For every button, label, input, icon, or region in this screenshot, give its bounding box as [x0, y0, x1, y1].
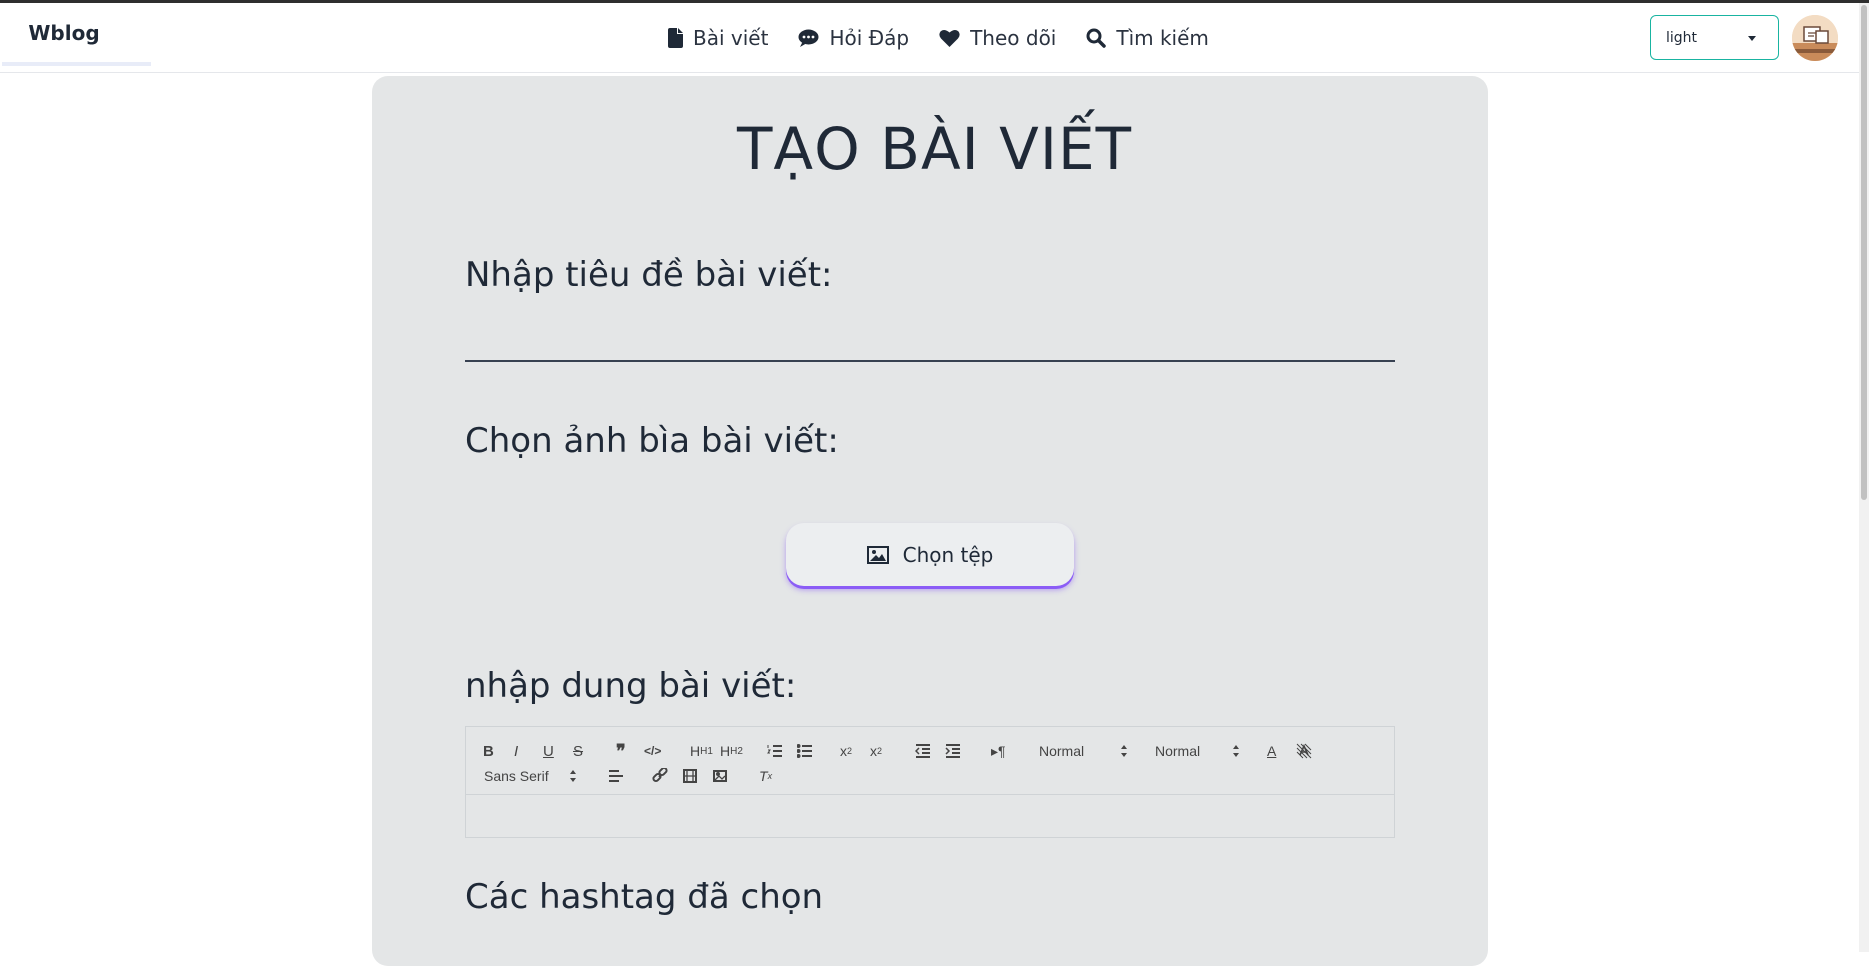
size-select[interactable]: Normal	[1155, 741, 1241, 761]
image-icon	[866, 545, 889, 564]
title-label: Nhập tiêu đề bài viết:	[465, 255, 833, 295]
file-icon	[668, 28, 683, 48]
bullet-list-icon[interactable]	[797, 741, 813, 761]
bold-icon[interactable]: B	[483, 741, 494, 761]
nav-qa-label: Hỏi Đáp	[829, 26, 910, 50]
align-icon[interactable]	[608, 766, 624, 786]
avatar[interactable]	[1792, 15, 1838, 61]
header-1-icon[interactable]: H H1	[690, 741, 713, 761]
cover-label: Chọn ảnh bìa bài viết:	[465, 421, 839, 461]
clear-format-icon[interactable]: Tx	[759, 766, 772, 786]
text-direction-icon[interactable]: ▸¶	[991, 741, 1006, 761]
nav-following-label: Theo dõi	[970, 26, 1057, 50]
page-title: TẠO BÀI VIẾT	[736, 115, 1133, 183]
editor-content-area[interactable]	[466, 795, 1394, 839]
select-arrows-icon	[570, 770, 578, 782]
nav-posts-label: Bài viết	[693, 26, 769, 50]
theme-select-value: light	[1666, 29, 1698, 46]
nav-qa[interactable]: Hỏi Đáp	[798, 26, 909, 50]
nav-search[interactable]: Tìm kiếm	[1086, 26, 1209, 50]
choose-file-label: Chọn tệp	[902, 542, 994, 567]
underline-icon[interactable]: U	[543, 741, 554, 761]
image-insert-icon[interactable]	[712, 766, 728, 786]
comment-dots-icon	[798, 29, 819, 47]
heart-icon	[939, 29, 960, 47]
italic-icon[interactable]: I	[514, 741, 518, 761]
navbar: Wblog Bài viết Hỏi Đáp Theo dõi Tìm kiếm…	[0, 3, 1859, 73]
scrollbar-thumb[interactable]	[1861, 5, 1867, 500]
rich-text-editor: B I U S ❞ </> H H1 H H2 x2 x2 ▸¶ Normal No…	[465, 726, 1395, 838]
main-nav: Bài viết Hỏi Đáp Theo dõi Tìm kiếm	[668, 3, 1209, 73]
superscript-icon[interactable]: x2	[870, 741, 882, 761]
hashtag-label: Các hashtag đã chọn	[465, 877, 824, 917]
link-icon[interactable]	[652, 766, 668, 786]
size-select-value: Normal	[1155, 743, 1201, 759]
header-select-value: Normal	[1039, 743, 1085, 759]
content-label: nhập dung bài viết:	[465, 666, 797, 706]
blockquote-icon[interactable]: ❞	[616, 741, 626, 761]
font-select[interactable]: Sans Serif	[484, 766, 578, 786]
brand-text: Wblog	[28, 20, 100, 45]
select-arrows-icon	[1121, 745, 1129, 757]
header-select[interactable]: Normal	[1039, 741, 1129, 761]
theme-select[interactable]: light	[1650, 15, 1779, 60]
code-block-icon[interactable]: </>	[644, 741, 661, 761]
indent-icon[interactable]	[945, 741, 961, 761]
background-color-icon[interactable]	[1296, 741, 1312, 761]
header-2-icon[interactable]: H H2	[720, 741, 743, 761]
search-icon	[1086, 28, 1107, 48]
strikethrough-icon[interactable]: S	[573, 741, 583, 761]
caret-down-icon	[1748, 36, 1756, 41]
brand-logo[interactable]: Wblog	[2, 3, 151, 66]
subscript-icon[interactable]: x2	[840, 741, 852, 761]
text-color-icon[interactable]: A	[1267, 741, 1276, 761]
nav-posts[interactable]: Bài viết	[668, 26, 768, 50]
header-2-label: H2	[730, 745, 743, 757]
video-icon[interactable]	[682, 766, 698, 786]
outdent-icon[interactable]	[915, 741, 931, 761]
avatar-image	[1792, 15, 1838, 61]
ordered-list-icon[interactable]	[767, 741, 783, 761]
editor-toolbar: B I U S ❞ </> H H1 H H2 x2 x2 ▸¶ Normal No…	[466, 727, 1394, 795]
title-input[interactable]	[465, 310, 1395, 362]
header-1-label: H1	[700, 745, 713, 757]
nav-search-label: Tìm kiếm	[1116, 26, 1209, 50]
choose-file-button[interactable]: Chọn tệp	[786, 523, 1074, 586]
font-select-value: Sans Serif	[484, 768, 549, 784]
nav-following[interactable]: Theo dõi	[939, 26, 1056, 50]
select-arrows-icon	[1233, 745, 1241, 757]
